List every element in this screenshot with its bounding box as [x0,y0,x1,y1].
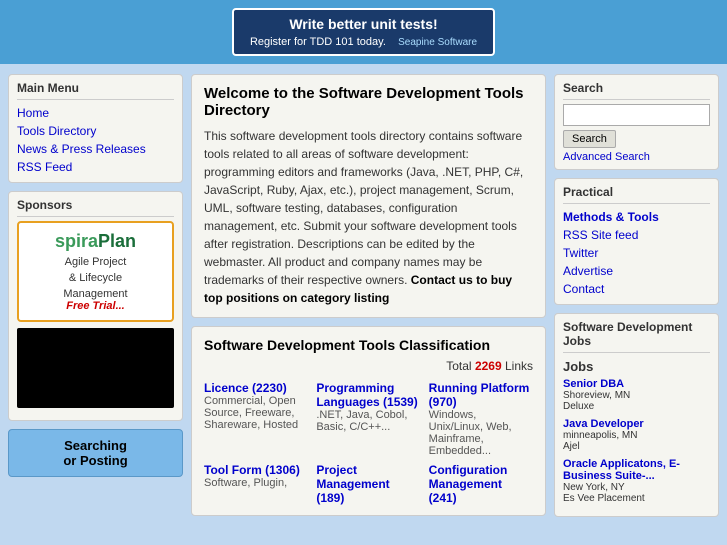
classif-cell-1: Programming Languages (1539) .NET, Java,… [316,381,420,457]
nav-tools-directory[interactable]: Tools Directory [17,122,174,140]
job-item-0: Senior DBA Shoreview, MN Deluxe [563,378,710,412]
job-company-0: Deluxe [563,401,710,412]
classification-title: Software Development Tools Classificatio… [204,337,533,353]
sponsor-ad-2[interactable] [17,328,174,408]
job-title-1[interactable]: Java Developer [563,418,710,430]
search-button[interactable]: Search [563,130,616,148]
twitter-link[interactable]: Twitter [563,244,710,262]
practical-title: Practical [563,185,710,204]
banner-brand: Seapine Software [398,37,477,48]
classif-cell-3: Tool Form (1306) Software, Plugin, [204,463,308,505]
welcome-text: This software development tools director… [204,127,533,307]
job-loc-2: New York, NY [563,482,710,493]
total-count: 2269 [475,359,502,373]
practical-box: Practical Methods & Tools RSS Site feed … [554,178,719,305]
jobs-label: Jobs [563,359,710,374]
center-column: Welcome to the Software Development Tool… [191,74,546,525]
classif-body-1: .NET, Java, Cobol, Basic, C/C++... [316,409,420,433]
jobs-box: Software Development Jobs Jobs Senior DB… [554,313,719,517]
sponsor-desc2: & Lifecycle [25,272,166,284]
jobs-section-title: Software Development Jobs [563,320,710,353]
classif-link-0[interactable]: Licence (2230) [204,381,287,395]
main-wrapper: Main Menu Home Tools Directory News & Pr… [0,64,727,535]
total-line: Total 2269 Links [204,359,533,373]
job-title-2[interactable]: Oracle Applicatons, E-Business Suite-... [563,458,710,482]
banner-headline: Write better unit tests! [289,16,437,32]
search-box: Search Search Advanced Search [554,74,719,170]
classif-cell-4: Project Management (189) [316,463,420,505]
nav-rss[interactable]: RSS Feed [17,158,174,176]
sponsors-title: Sponsors [17,198,174,217]
job-title-0[interactable]: Senior DBA [563,378,710,390]
sponsor-desc1: Agile Project [25,256,166,268]
banner: Write better unit tests! Register for TD… [0,0,727,64]
classification-grid: Licence (2230) Commercial, Open Source, … [204,381,533,505]
classif-body-3: Software, Plugin, [204,477,308,489]
methods-tools-link[interactable]: Methods & Tools [563,208,710,226]
search-title: Search [563,81,710,100]
job-company-2: Es Vee Placement [563,493,710,504]
right-column: Search Search Advanced Search Practical … [554,74,719,525]
classif-link-5[interactable]: Configuration Management (241) [429,463,508,505]
classif-link-2[interactable]: Running Platform (970) [429,381,530,409]
contact-link[interactable]: Contact [563,280,710,298]
classif-cell-5: Configuration Management (241) [429,463,533,505]
classif-link-1[interactable]: Programming Languages (1539) [316,381,417,409]
nav-home[interactable]: Home [17,104,174,122]
main-menu-box: Main Menu Home Tools Directory News & Pr… [8,74,183,183]
search-input[interactable] [563,104,710,126]
job-item-1: Java Developer minneapolis, MN Ajel [563,418,710,452]
job-company-1: Ajel [563,441,710,452]
left-column: Main Menu Home Tools Directory News & Pr… [8,74,183,525]
classif-body-0: Commercial, Open Source, Freeware, Share… [204,395,308,431]
searching-line1: Searching [13,438,178,453]
sponsor-desc3: Management [25,288,166,300]
advertise-link[interactable]: Advertise [563,262,710,280]
banner-content: Write better unit tests! Register for TD… [232,8,495,56]
searching-line2: or Posting [13,453,178,468]
nav-news[interactable]: News & Press Releases [17,140,174,158]
classif-link-3[interactable]: Tool Form (1306) [204,463,300,477]
searching-posting-box[interactable]: Searching or Posting [8,429,183,477]
classification-box: Software Development Tools Classificatio… [191,326,546,516]
advanced-search-link[interactable]: Advanced Search [563,151,710,163]
banner-subline: Register for TDD 101 today. Seapine Soft… [250,36,477,48]
main-menu-title: Main Menu [17,81,174,100]
rss-site-feed-link[interactable]: RSS Site feed [563,226,710,244]
classif-cell-2: Running Platform (970) Windows, Unix/Lin… [429,381,533,457]
classif-cell-0: Licence (2230) Commercial, Open Source, … [204,381,308,457]
sponsor-logo: spiraPlan [25,231,166,252]
job-loc-1: minneapolis, MN [563,430,710,441]
welcome-box: Welcome to the Software Development Tool… [191,74,546,318]
job-loc-0: Shoreview, MN [563,390,710,401]
classif-link-4[interactable]: Project Management (189) [316,463,389,505]
job-item-2: Oracle Applicatons, E-Business Suite-...… [563,458,710,504]
sponsor-free[interactable]: Free Trial... [25,300,166,312]
welcome-title: Welcome to the Software Development Tool… [204,85,533,119]
sponsors-box: Sponsors spiraPlan Agile Project & Lifec… [8,191,183,421]
sponsor-ad-1[interactable]: spiraPlan Agile Project & Lifecycle Mana… [17,221,174,322]
classif-body-2: Windows, Unix/Linux, Web, Mainframe, Emb… [429,409,533,457]
